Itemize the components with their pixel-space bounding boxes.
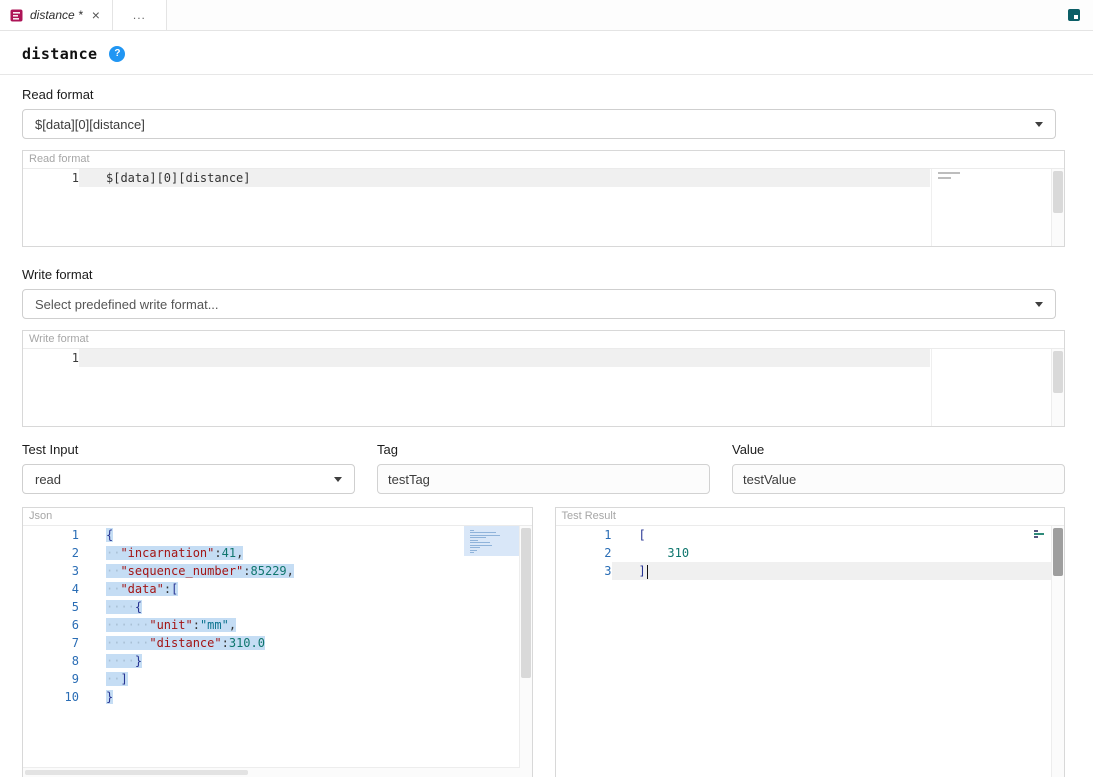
vertical-scrollbar[interactable] — [1051, 169, 1064, 246]
read-format-select-value: $[data][0][distance] — [35, 117, 145, 132]
minimap[interactable] — [931, 169, 1051, 246]
line-number: 1 — [23, 526, 79, 544]
write-format-select-placeholder: Select predefined write format... — [35, 297, 219, 312]
line-number: 3 — [556, 562, 612, 580]
code-line[interactable]: 4··"data":[ — [23, 580, 519, 598]
read-format-select[interactable]: $[data][0][distance] — [22, 109, 1056, 139]
value-label: Value — [732, 442, 1065, 458]
code-line[interactable]: 5····{ — [23, 598, 519, 616]
line-number: 5 — [23, 598, 79, 616]
code-line[interactable]: 10} — [23, 688, 519, 706]
code-line[interactable]: 7······"distance":310.0 — [23, 634, 519, 652]
line-number: 1 — [23, 349, 79, 367]
page-title: distance — [22, 45, 97, 63]
chevron-down-icon — [1035, 122, 1043, 127]
code-line[interactable]: 1[ — [556, 526, 1052, 544]
line-number: 8 — [23, 652, 79, 670]
editor-label: Json — [23, 508, 532, 526]
chevron-down-icon — [334, 477, 342, 482]
line-number: 9 — [23, 670, 79, 688]
editor-label: Read format — [23, 151, 1064, 169]
tab-bar: distance * × ... — [0, 0, 1093, 31]
code-line[interactable]: 8····} — [23, 652, 519, 670]
write-format-editor[interactable]: Write format 1 — [22, 330, 1065, 427]
tab-label: distance * — [30, 8, 83, 22]
code-line[interactable]: 6······"unit":"mm", — [23, 616, 519, 634]
divider — [0, 74, 1093, 75]
line-number: 4 — [23, 580, 79, 598]
value-input[interactable] — [732, 464, 1065, 494]
minimap[interactable] — [1034, 529, 1046, 539]
line-number: 7 — [23, 634, 79, 652]
test-input-select[interactable]: read — [22, 464, 355, 494]
vertical-scrollbar[interactable] — [1051, 349, 1064, 426]
vertical-scrollbar[interactable] — [519, 526, 532, 777]
tab-distance[interactable]: distance * × — [0, 0, 113, 30]
test-input-label: Test Input — [22, 442, 355, 458]
horizontal-scrollbar[interactable] — [23, 767, 520, 777]
code-line[interactable]: 3··"sequence_number":85229, — [23, 562, 519, 580]
minimap[interactable] — [931, 349, 1051, 426]
read-format-editor[interactable]: Read format 1$[data][0][distance] — [22, 150, 1065, 247]
code-line[interactable]: 1$[data][0][distance] — [23, 169, 930, 187]
tag-input[interactable] — [377, 464, 710, 494]
code-line[interactable]: 2 310 — [556, 544, 1052, 562]
tab-more-label: ... — [133, 8, 146, 22]
help-icon[interactable]: ? — [109, 46, 125, 62]
close-icon[interactable]: × — [90, 8, 102, 22]
line-number: 3 — [23, 562, 79, 580]
line-number: 10 — [23, 688, 79, 706]
editor-label: Test Result — [556, 508, 1065, 526]
text-cursor — [647, 565, 649, 579]
line-number: 2 — [556, 544, 612, 562]
tag-label: Tag — [377, 442, 710, 458]
vertical-scrollbar[interactable] — [1051, 526, 1064, 777]
json-input-editor[interactable]: Json 1{2··"incarnation":41,3··"sequence_… — [22, 507, 533, 777]
file-type-icon — [10, 9, 23, 22]
chevron-down-icon — [1035, 302, 1043, 307]
read-format-label: Read format — [22, 87, 1065, 103]
test-result-editor[interactable]: Test Result 1[2 3103] — [555, 507, 1066, 777]
page-content: distance ? Read format $[data][0][distan… — [0, 31, 1093, 777]
code-line[interactable]: 9··] — [23, 670, 519, 688]
line-number: 1 — [556, 526, 612, 544]
line-number: 1 — [23, 169, 79, 187]
line-number: 6 — [23, 616, 79, 634]
code-line[interactable]: 1{ — [23, 526, 519, 544]
editor-label: Write format — [23, 331, 1064, 349]
code-line[interactable]: 1 — [23, 349, 930, 367]
write-format-select[interactable]: Select predefined write format... — [22, 289, 1056, 319]
minimap[interactable] — [464, 526, 520, 556]
tab-more[interactable]: ... — [113, 0, 167, 30]
test-input-select-value: read — [35, 472, 61, 487]
panel-toggle-icon[interactable] — [1068, 9, 1080, 21]
write-format-label: Write format — [22, 267, 1065, 283]
line-number: 2 — [23, 544, 79, 562]
code-line[interactable]: 2··"incarnation":41, — [23, 544, 519, 562]
code-line[interactable]: 3] — [556, 562, 1052, 580]
